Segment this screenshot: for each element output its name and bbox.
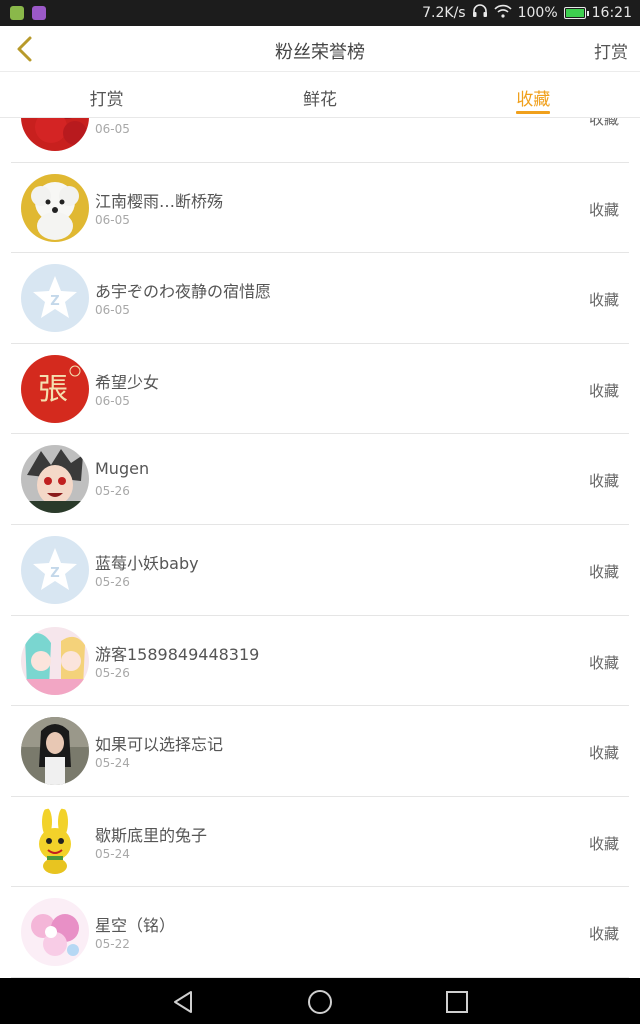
user-name: 游客1589849448319: [95, 644, 260, 664]
default-qq-avatar[interactable]: Z: [21, 264, 89, 333]
list-item[interactable]: Z 蓝莓小妖baby 05-26 收藏: [11, 525, 629, 616]
date: 06-05: [95, 122, 130, 136]
home-circle-icon[interactable]: [307, 989, 333, 1015]
date: 05-26: [95, 665, 130, 680]
back-triangle-icon[interactable]: [170, 989, 196, 1015]
page-title: 粉丝荣誉榜: [275, 42, 365, 63]
app-header: 粉丝荣誉榜 打赏: [0, 26, 640, 72]
date: 05-24: [95, 846, 130, 861]
list-item[interactable]: 如果可以选择忘记 05-24 收藏: [11, 706, 629, 797]
date: 06-05: [95, 393, 130, 408]
tab-bar: 打赏 鲜花 收藏: [0, 72, 640, 118]
tab-label: 收藏: [516, 90, 551, 110]
action-type-label: 收藏: [588, 472, 619, 491]
system-nav-bar: [0, 978, 640, 1024]
reward-button[interactable]: 打赏: [594, 38, 628, 63]
action-type-label: 收藏: [588, 744, 619, 763]
white-dog-avatar[interactable]: [21, 173, 89, 242]
tab-label: 打赏: [89, 90, 124, 110]
active-tab-indicator: [516, 111, 551, 114]
user-name: 江南樱雨…断桥殇: [95, 191, 224, 211]
list-item[interactable]: 江南樱雨…断桥殇 06-05 收藏: [11, 163, 629, 254]
status-bar: 7.2K/s 100% 16:21: [0, 0, 640, 26]
tab-1[interactable]: 鲜花: [213, 72, 426, 117]
list-item[interactable]: Mugen 05-26 收藏: [11, 434, 629, 525]
user-name: 如果可以选择忘记: [95, 735, 224, 755]
date: 06-05: [95, 212, 130, 227]
zhang-seal-avatar[interactable]: 張: [21, 354, 89, 423]
user-name: 希望少女: [95, 372, 160, 392]
default-qq-avatar[interactable]: Z: [21, 535, 89, 604]
action-type-label: 收藏: [588, 562, 619, 581]
user-name: 歇斯底里的兔子: [95, 825, 208, 845]
user-name: あ宇ぞのわ夜静の宿惜愿: [95, 282, 272, 302]
action-type-label: 收藏: [588, 200, 619, 219]
list-item[interactable]: 張 希望少女 06-05 收藏: [11, 344, 629, 435]
fan-list: 06-05 收藏 江南樱雨…断桥殇 06-05 收藏 Z あ宇ぞのわ夜静の宿惜愿 06-05 收…: [0, 118, 640, 978]
red-avatar[interactable]: [21, 118, 89, 151]
svg-text:張: 張: [38, 372, 68, 407]
list-item[interactable]: 星空（铭） 05-22 收藏: [11, 887, 629, 978]
svg-text:Z: Z: [50, 294, 59, 309]
user-name: 星空（铭）: [95, 916, 176, 936]
tab-label: 鲜花: [302, 90, 337, 110]
wifi-icon: [494, 4, 512, 22]
action-type-label: 收藏: [588, 381, 619, 400]
svg-text:Z: Z: [50, 566, 59, 581]
battery-icon: [563, 7, 589, 19]
girl-photo-avatar[interactable]: [21, 717, 89, 786]
tab-2[interactable]: 收藏: [427, 72, 640, 117]
date: 06-05: [95, 303, 130, 318]
notification-icons: [10, 6, 46, 20]
action-type-label: 收藏: [588, 291, 619, 310]
action-type-label: 收藏: [588, 653, 619, 672]
network-speed: 7.2K/s: [422, 5, 466, 21]
headphone-icon: [472, 4, 488, 22]
app-notification-icon: [32, 6, 46, 20]
pink-flowers-avatar[interactable]: [21, 898, 89, 967]
action-type-label: 收藏: [588, 925, 619, 944]
date: 05-22: [95, 937, 130, 952]
date: 05-26: [95, 484, 130, 499]
recents-square-icon[interactable]: [444, 989, 470, 1015]
action-type-label: 收藏: [588, 118, 619, 128]
list-item[interactable]: 06-05 收藏: [11, 118, 629, 163]
list-item[interactable]: Z あ宇ぞのわ夜静の宿惜愿 06-05 收藏: [11, 253, 629, 344]
tab-0[interactable]: 打赏: [0, 72, 213, 117]
date: 05-26: [95, 574, 130, 589]
date: 05-24: [95, 756, 130, 771]
list-item[interactable]: 歇斯底里的兔子 05-24 收藏: [11, 797, 629, 888]
yellow-rabbit-avatar[interactable]: [21, 807, 89, 876]
user-name: Mugen: [95, 459, 150, 479]
anime-girls-avatar[interactable]: [21, 626, 89, 695]
battery-percent: 100%: [517, 5, 558, 21]
list-item[interactable]: 游客1589849448319 05-26 收藏: [11, 616, 629, 707]
user-name: 蓝莓小妖baby: [95, 553, 199, 573]
app-notification-icon: [10, 6, 24, 20]
action-type-label: 收藏: [588, 834, 619, 853]
anime-boy-avatar[interactable]: [21, 445, 89, 514]
clock: 16:21: [591, 5, 632, 21]
